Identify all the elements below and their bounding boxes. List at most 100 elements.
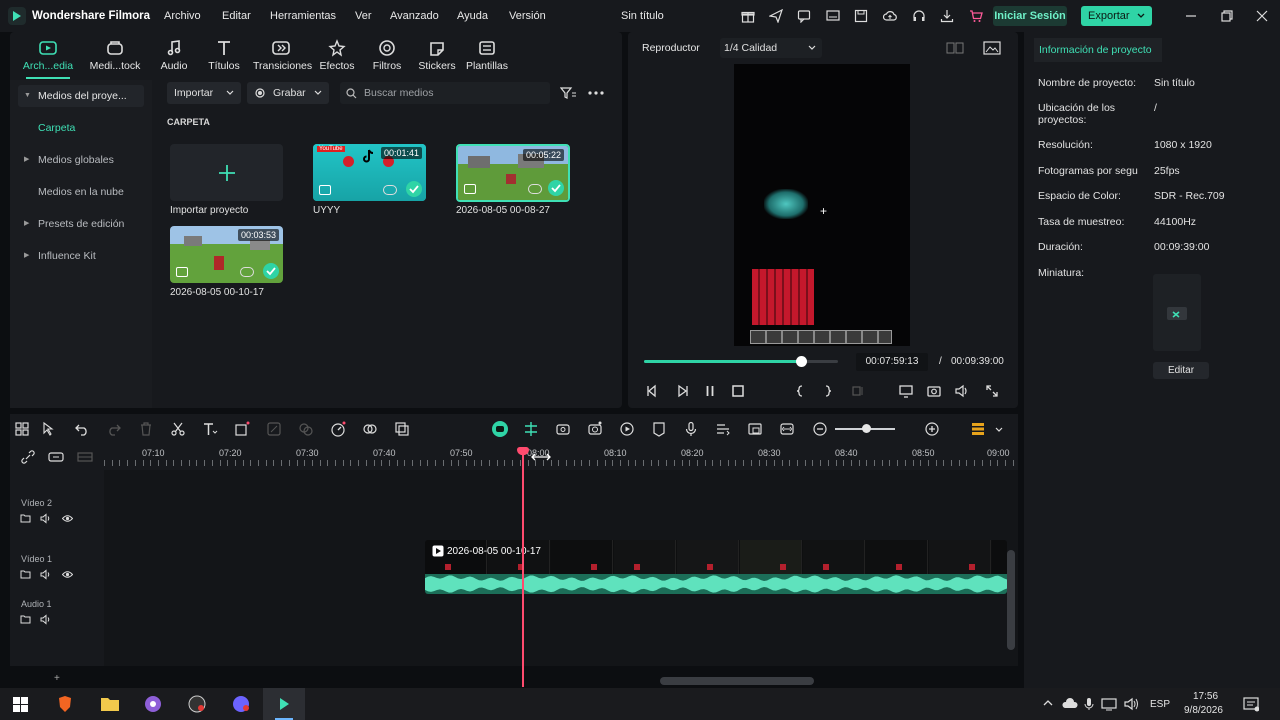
file-explorer-icon[interactable]	[100, 696, 120, 712]
quality-dropdown[interactable]: 1/4 Calidad	[720, 38, 822, 58]
multi-cam-icon[interactable]	[394, 421, 410, 437]
cloud-upload-icon[interactable]	[883, 9, 897, 23]
zoom-in-icon[interactable]	[924, 421, 940, 437]
microphone-icon[interactable]	[683, 421, 699, 437]
clock-date[interactable]: 9/8/2026	[1184, 705, 1223, 716]
select-tool-icon[interactable]	[41, 421, 57, 437]
speaker-icon[interactable]	[40, 614, 51, 625]
speaker-icon[interactable]	[40, 569, 51, 580]
search-input[interactable]: Buscar medios	[340, 82, 550, 104]
monitor-icon[interactable]	[826, 9, 840, 23]
volume-icon[interactable]	[954, 383, 970, 399]
eye-icon[interactable]	[62, 513, 73, 524]
tab-stock-media[interactable]: Medi...tock	[87, 37, 143, 72]
snapshot-icon[interactable]	[926, 383, 942, 399]
folder-icon[interactable]	[20, 614, 31, 625]
ai-tool-icon[interactable]	[266, 421, 282, 437]
menu-ver[interactable]: Ver	[355, 10, 372, 22]
speaker-icon[interactable]	[40, 513, 51, 524]
split-scissors-icon[interactable]	[170, 421, 186, 437]
more-options-icon[interactable]	[588, 90, 604, 96]
play-icon[interactable]	[674, 383, 690, 399]
menu-herramientas[interactable]: Herramientas	[270, 10, 336, 22]
sidebar-item-folder[interactable]: Carpeta	[18, 117, 144, 139]
playback-seek-bar[interactable]	[644, 360, 838, 363]
language-indicator[interactable]: ESP	[1150, 699, 1170, 710]
image-icon[interactable]	[983, 41, 1001, 55]
audio-mix-icon[interactable]	[362, 421, 378, 437]
grid-view-icon[interactable]	[946, 42, 964, 54]
ai-copilot-icon[interactable]	[491, 420, 509, 438]
add-track-icon[interactable]	[48, 450, 64, 464]
tray-microphone-icon[interactable]	[1084, 697, 1094, 711]
app-purple-icon[interactable]	[144, 695, 162, 713]
menu-version[interactable]: Versión	[509, 10, 546, 22]
player-tab[interactable]: Reproductor	[642, 42, 700, 54]
fullscreen-icon[interactable]	[984, 383, 1000, 399]
minimize-icon[interactable]	[1184, 9, 1198, 23]
sidebar-item-cloud-media[interactable]: Medios en la nube	[18, 181, 144, 203]
link-icon[interactable]	[21, 450, 35, 464]
tab-titles[interactable]: Títulos	[196, 37, 252, 72]
auto-sync-icon[interactable]	[523, 421, 539, 437]
snapshot-timeline-icon[interactable]	[747, 421, 763, 437]
layout-icon[interactable]	[14, 421, 30, 437]
close-icon[interactable]	[1255, 9, 1269, 23]
folder-icon[interactable]	[20, 513, 31, 524]
color-match-icon[interactable]	[298, 421, 314, 437]
discord-icon[interactable]	[232, 695, 250, 713]
chat-icon[interactable]	[797, 9, 811, 23]
mark-out-icon[interactable]	[820, 383, 836, 399]
screen-record-icon[interactable]	[587, 421, 603, 437]
menu-editar[interactable]: Editar	[222, 10, 251, 22]
render-preview-icon[interactable]	[619, 421, 635, 437]
video-clip[interactable]: 2026-08-05 00-10-17	[425, 540, 1007, 594]
marker-icon[interactable]	[651, 421, 667, 437]
delete-icon[interactable]	[138, 421, 154, 437]
timeline-ruler[interactable]: 07:10 07:20 07:30 07:40 07:50 08:00 08:1…	[10, 444, 1018, 470]
zoom-slider-handle[interactable]	[862, 424, 871, 433]
tab-audio[interactable]: Audio	[146, 37, 202, 72]
thumbnail-preview[interactable]	[1153, 274, 1201, 351]
save-icon[interactable]	[854, 9, 868, 23]
vertical-scrollbar[interactable]	[1007, 550, 1015, 650]
obs-icon[interactable]	[188, 695, 206, 713]
send-icon[interactable]	[769, 9, 783, 23]
tray-volume-icon[interactable]	[1124, 697, 1140, 711]
menu-archivo[interactable]: Archivo	[164, 10, 201, 22]
chevron-down-icon[interactable]	[995, 427, 1003, 433]
menu-avanzado[interactable]: Avanzado	[390, 10, 439, 22]
media-thumbnail-clip-3[interactable]: 00:03:53	[170, 226, 283, 283]
cart-icon[interactable]	[969, 9, 983, 23]
project-info-tab[interactable]: Información de proyecto	[1034, 38, 1162, 62]
playhead[interactable]	[517, 447, 529, 687]
restore-icon[interactable]	[1220, 9, 1234, 23]
text-tool-icon[interactable]	[202, 421, 218, 437]
edit-thumbnail-button[interactable]: Editar	[1153, 362, 1209, 379]
stop-icon[interactable]	[730, 383, 746, 399]
video-preview[interactable]: +	[734, 64, 910, 346]
login-button[interactable]: Iniciar Sesión	[993, 6, 1067, 26]
tab-templates[interactable]: Plantillas	[459, 37, 515, 72]
clock-time[interactable]: 17:56	[1193, 691, 1218, 702]
tab-stickers[interactable]: Stickers	[409, 37, 465, 72]
media-thumbnail-clip-2[interactable]: 00:05:22	[456, 144, 570, 202]
import-dropdown[interactable]: Importar	[167, 82, 241, 104]
sidebar-item-edit-presets[interactable]: ▶ Presets de edición	[18, 213, 144, 235]
record-voice-icon[interactable]	[555, 421, 571, 437]
speed-icon[interactable]	[330, 421, 346, 437]
zoom-out-icon[interactable]	[812, 421, 828, 437]
display-settings-icon[interactable]	[898, 383, 914, 399]
headset-icon[interactable]	[912, 9, 926, 23]
network-icon[interactable]	[1101, 697, 1117, 711]
sidebar-item-global-media[interactable]: ▶ Medios globales	[18, 149, 144, 171]
record-dropdown[interactable]: Grabar	[247, 82, 329, 104]
sidebar-item-influence-kit[interactable]: ▶ Influence Kit	[18, 245, 144, 267]
filter-sort-icon[interactable]	[560, 86, 576, 100]
import-project-tile[interactable]	[170, 144, 283, 201]
subtitle-icon[interactable]	[715, 421, 731, 437]
tab-project-media[interactable]: Arch...edia	[20, 37, 76, 79]
seek-handle[interactable]	[796, 356, 808, 367]
step-back-icon[interactable]	[644, 383, 660, 399]
export-button[interactable]: Exportar	[1081, 6, 1152, 26]
